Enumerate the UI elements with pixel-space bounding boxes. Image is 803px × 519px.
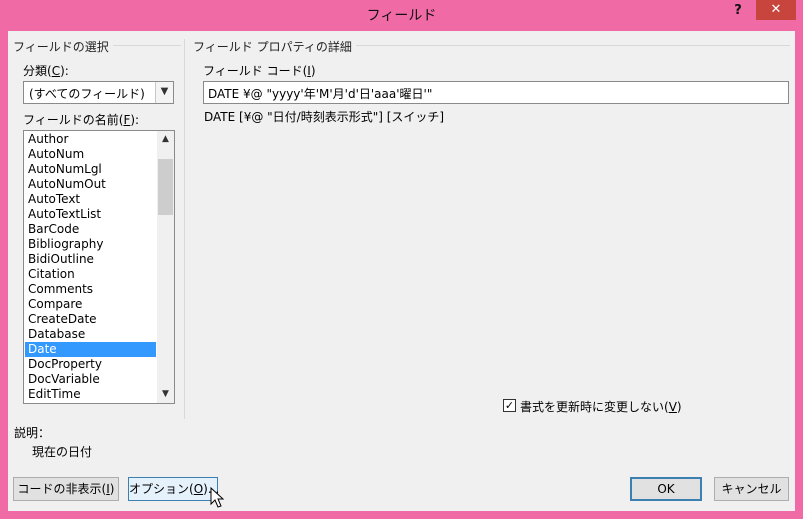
field-properties-group-title: フィールド プロパティの詳細 xyxy=(193,38,356,55)
field-list-item[interactable]: Bibliography xyxy=(25,237,156,252)
description-label: 説明： xyxy=(14,426,51,440)
field-syntax: DATE [¥@ "日付/時刻表示形式"] [スイッチ] xyxy=(204,110,445,124)
field-list-item[interactable]: EditTime xyxy=(25,387,156,402)
title-bar[interactable]: フィールド ? ✕ xyxy=(0,0,803,32)
field-list-item[interactable]: DocVariable xyxy=(25,372,156,387)
list-scrollbar[interactable]: ▲ ▼ xyxy=(157,131,174,403)
field-list-item[interactable]: Author xyxy=(25,132,156,147)
field-list-item[interactable]: DocProperty xyxy=(25,357,156,372)
field-list-item[interactable]: CreateDate xyxy=(25,312,156,327)
category-label: 分類(C): xyxy=(23,64,69,78)
dialog-title: フィールド xyxy=(366,8,437,24)
mouse-pointer-icon xyxy=(210,487,225,508)
help-button[interactable]: ? xyxy=(722,0,754,22)
field-code-label: フィールド コード(I) xyxy=(203,64,316,78)
scrollbar-thumb[interactable] xyxy=(158,159,173,215)
group-divider xyxy=(328,45,790,46)
preserve-format-checkbox[interactable]: ✓ xyxy=(503,399,516,412)
scroll-down-icon[interactable]: ▼ xyxy=(157,386,174,403)
field-list-item[interactable]: Compare xyxy=(25,297,156,312)
field-names-label: フィールドの名前(F): xyxy=(23,113,140,127)
field-list-item[interactable]: AutoNum xyxy=(25,147,156,162)
hide-codes-button[interactable]: コードの非表示(I) xyxy=(13,477,119,501)
field-selection-group-title: フィールドの選択 xyxy=(13,38,113,55)
field-list-item[interactable]: Date xyxy=(25,342,156,357)
field-list-item[interactable]: AutoTextList xyxy=(25,207,156,222)
field-list-item[interactable]: Citation xyxy=(25,267,156,282)
field-list-item[interactable]: AutoNumLgl xyxy=(25,162,156,177)
scroll-up-icon[interactable]: ▲ xyxy=(157,131,174,148)
field-dialog: フィールド ? ✕ フィールドの選択 分類(C): (すべてのフィールド) ▼ … xyxy=(0,0,803,519)
group-divider xyxy=(103,45,181,46)
category-dropdown[interactable]: (すべてのフィールド) ▼ xyxy=(23,81,174,104)
close-button[interactable]: ✕ xyxy=(756,0,796,20)
description-text: 現在の日付 xyxy=(32,445,93,459)
field-list-item[interactable]: BarCode xyxy=(25,222,156,237)
field-code-input[interactable]: DATE ¥@ "yyyy'年'M'月'd'日'aaa'曜日'" xyxy=(203,81,789,104)
field-list-item[interactable]: AutoText xyxy=(25,192,156,207)
field-list-item[interactable]: Comments xyxy=(25,282,156,297)
dialog-body: フィールドの選択 分類(C): (すべてのフィールド) ▼ フィールドの名前(F… xyxy=(8,31,795,511)
ok-button[interactable]: OK xyxy=(630,477,702,501)
field-list-item[interactable]: AutoNumOut xyxy=(25,177,156,192)
vertical-divider xyxy=(184,39,185,419)
field-names-list[interactable]: Author AutoNum AutoNumLgl AutoNumOut AutoTex… xyxy=(23,130,175,404)
cancel-button[interactable]: キャンセル xyxy=(714,477,789,501)
field-list-item[interactable]: Database xyxy=(25,327,156,342)
category-value: (すべてのフィールド) xyxy=(29,87,145,101)
chevron-down-icon[interactable]: ▼ xyxy=(155,82,173,103)
field-list-item[interactable]: BidiOutline xyxy=(25,252,156,267)
preserve-format-label[interactable]: 書式を更新時に変更しない(V) xyxy=(520,398,682,415)
options-button[interactable]: オプション(O)... xyxy=(128,477,219,501)
